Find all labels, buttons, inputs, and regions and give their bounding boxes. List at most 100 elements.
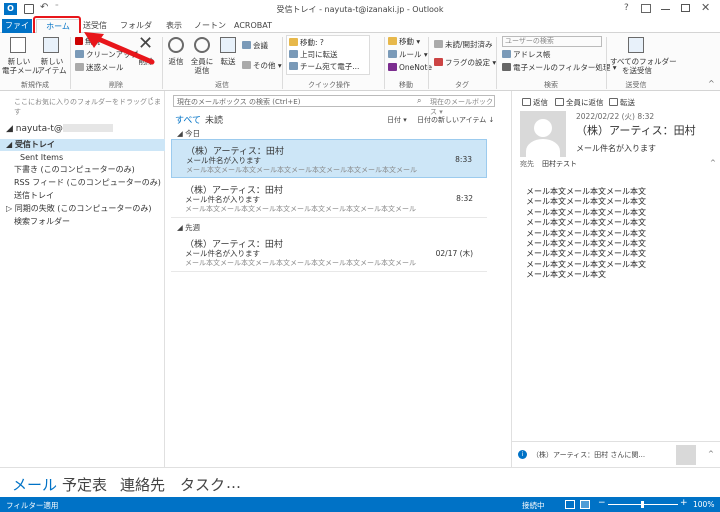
nav-mail[interactable]: メール	[12, 474, 57, 495]
quick-steps-gallery[interactable]: 移動: ? 上司に転送 チーム宛て電子...	[286, 35, 370, 75]
reading-pane: 返信 全員に返信 転送 2022/02/22 (火) 8:32 （株）アーティス…	[511, 91, 720, 467]
group-header-last-week[interactable]: ◢ 先週	[177, 222, 200, 233]
filter-email-button[interactable]: 電子メールのフィルター処理 ▾	[502, 62, 617, 73]
zoom-level[interactable]: 100%	[693, 500, 714, 509]
search-icon[interactable]: ⌕	[417, 96, 421, 106]
meeting-button[interactable]: 会議	[242, 40, 268, 51]
followup-button[interactable]: フラグの設定 ▾	[434, 57, 496, 68]
mail-body: メール本文メール本文メール本文 メール本文メール本文メール本文 メール本文メール…	[526, 187, 716, 281]
reply-all-small-icon	[555, 98, 564, 106]
tab-acrobat[interactable]: ACROBAT	[232, 19, 274, 33]
sort-by-dropdown[interactable]: 日付 ▾	[387, 115, 407, 125]
send-receive-all-button[interactable]: すべてのフォルダー を送受信	[610, 57, 677, 75]
body-line: メール本文メール本文メール本文	[526, 259, 646, 269]
nav-tasks[interactable]: タスク	[180, 474, 225, 495]
folder-drafts[interactable]: 下書き (このコンピューターのみ)	[0, 164, 165, 176]
sort-order-toggle[interactable]: 日付の新しいアイテム ↓	[417, 115, 494, 125]
body-line: メール本文メール本文メール本文	[526, 228, 646, 238]
filter-unread[interactable]: 未読	[205, 113, 223, 126]
zoom-out-button[interactable]: −	[598, 498, 606, 508]
normal-view-icon[interactable]	[565, 500, 575, 509]
people-pane-bar[interactable]: i （株）アーティス：田村 さんに関... ^	[512, 441, 720, 467]
search-scope-dropdown[interactable]: 現在のメールボックス ▾	[430, 97, 494, 117]
expand-header-icon[interactable]: ^	[710, 159, 716, 167]
forward-icon	[220, 37, 236, 53]
forward-small-icon	[609, 98, 618, 106]
onenote-button[interactable]: OneNote	[388, 62, 432, 73]
mail-item[interactable]: （株）アーティス：田村 メール件名が入ります メール本文メール本文メール本文メー…	[171, 233, 487, 272]
title-bar: O ↶ ⁼ 受信トレイ - nayuta-t@izanaki.jp - Outl…	[0, 0, 720, 18]
nav-calendar[interactable]: 予定表	[62, 474, 107, 495]
quick-step-to-manager[interactable]: 上司に転送	[289, 49, 338, 60]
quick-step-move[interactable]: 移動: ?	[289, 37, 324, 48]
body-line: メール本文メール本文メール本文	[526, 197, 646, 207]
reply-small-icon	[522, 98, 531, 106]
reading-reply-button[interactable]: 返信	[522, 97, 548, 108]
to-recipient[interactable]: 田村テスト	[542, 159, 577, 169]
body-line: メール本文メール本文メール本文	[526, 239, 646, 249]
flag-icon	[434, 58, 443, 66]
move-icon	[388, 37, 397, 45]
zoom-in-button[interactable]: +	[680, 498, 688, 508]
move-button[interactable]: 移動 ▾	[388, 36, 420, 47]
tab-norton[interactable]: ノートン	[193, 19, 227, 33]
forward-small-icon	[289, 50, 298, 58]
reading-reply-all-button[interactable]: 全員に返信	[555, 97, 604, 108]
account-name[interactable]: ◢ nayuta-t@	[6, 124, 113, 134]
new-items-button[interactable]: 新しい アイテム	[36, 57, 68, 75]
mail-preview: メール本文メール本文メール本文メール本文メール本文メール本文メール	[185, 205, 416, 213]
minimize-button[interactable]	[661, 9, 670, 10]
reply-all-button[interactable]: 全員に 返信	[188, 57, 216, 75]
tab-file[interactable]: ファイル	[2, 19, 32, 44]
body-line: メール本文メール本文メール本文	[526, 207, 646, 217]
mail-item[interactable]: （株）アーティス：田村 メール件名が入ります メール本文メール本文メール本文メー…	[171, 179, 487, 218]
folder-outbox[interactable]: 送信トレイ	[0, 190, 165, 202]
to-label: 宛先	[520, 160, 534, 168]
group-label-new: 新規作成	[21, 81, 49, 89]
mail-time: 8:32	[456, 194, 473, 203]
ribbon-display-icon[interactable]	[641, 4, 651, 13]
folder-sent[interactable]: Sent Items	[0, 152, 165, 164]
rules-icon	[388, 50, 397, 58]
group-header-today[interactable]: ◢ 今日	[177, 128, 200, 139]
forward-button[interactable]: 転送	[216, 57, 240, 66]
nav-people[interactable]: 連絡先	[120, 474, 165, 495]
mail-date: 2022/02/22 (火) 8:32	[576, 112, 655, 121]
expand-people-icon[interactable]: ^	[708, 450, 714, 458]
account-redacted	[62, 124, 113, 132]
maximize-button[interactable]	[681, 4, 690, 12]
mail-time: 02/17 (木)	[435, 249, 473, 258]
folder-sync-issues[interactable]: ▷ 同期の失敗 (このコンピューターのみ)	[0, 203, 165, 215]
mail-item[interactable]: （株）アーティス：田村 メール件名が入ります メール本文メール本文メール本文メー…	[171, 139, 487, 178]
folder-inbox[interactable]: ◢ 受信トレイ	[0, 139, 165, 151]
reading-forward-button[interactable]: 転送	[609, 97, 635, 108]
quick-step-team[interactable]: チーム宛て電子...	[289, 61, 359, 72]
people-avatar[interactable]	[676, 445, 696, 465]
zoom-slider-thumb[interactable]	[641, 501, 644, 508]
more-button[interactable]: その他 ▾	[242, 60, 282, 71]
group-label-delete: 削除	[109, 81, 123, 89]
address-book-button[interactable]: アドレス帳	[502, 49, 551, 60]
help-button[interactable]: ?	[624, 3, 629, 13]
body-line: メール本文メール本文メール本文	[526, 218, 646, 228]
group-label-send-receive: 送受信	[625, 81, 647, 89]
close-button[interactable]: ✕	[701, 1, 710, 14]
mail-sender-name[interactable]: （株）アーティス：田村	[576, 122, 696, 138]
reply-icon	[168, 37, 184, 53]
reply-button[interactable]: 返信	[164, 57, 188, 66]
group-label-reply: 返信	[215, 81, 229, 89]
folder-search[interactable]: 検索フォルダー	[0, 216, 165, 228]
reading-view-icon[interactable]	[580, 500, 590, 509]
sender-avatar	[520, 111, 566, 157]
unread-button[interactable]: 未読/開封済み	[434, 39, 493, 50]
collapse-ribbon-icon[interactable]: ^	[708, 79, 715, 88]
new-mail-button[interactable]: 新しい 電子メール	[2, 57, 40, 75]
rules-button[interactable]: ルール ▾	[388, 49, 428, 60]
tab-view[interactable]: 表示	[160, 19, 188, 33]
filter-all[interactable]: すべて	[175, 113, 201, 126]
folder-rss[interactable]: RSS フィード (このコンピューターのみ)	[0, 177, 165, 189]
info-icon: i	[518, 450, 527, 459]
nav-more[interactable]: …	[226, 474, 241, 492]
search-people-input[interactable]: ユーザーの検索	[502, 36, 602, 47]
mailbox-search-input[interactable]: 現在のメールボックス の検索 (Ctrl+E) ⌕ 現在のメールボックス ▾	[173, 95, 495, 116]
